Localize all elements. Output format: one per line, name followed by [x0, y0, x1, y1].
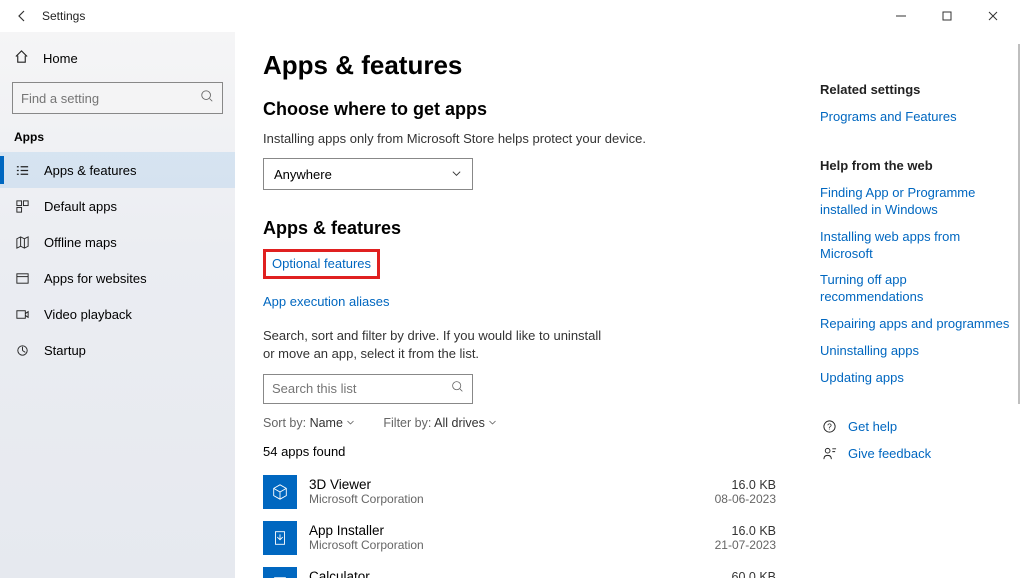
execution-aliases-link[interactable]: App execution aliases	[263, 294, 389, 309]
svg-text:?: ?	[827, 421, 832, 431]
content-area: Apps & features Choose where to get apps…	[235, 32, 814, 578]
nav-apps-websites[interactable]: Apps for websites	[0, 260, 235, 296]
nav-label: Apps for websites	[44, 271, 147, 286]
close-button[interactable]	[970, 0, 1016, 32]
app-icon	[263, 567, 297, 578]
app-name: 3D Viewer	[309, 477, 703, 492]
home-label: Home	[43, 51, 78, 66]
app-size: 16.0 KB	[715, 478, 776, 492]
nav-default-apps[interactable]: Default apps	[0, 188, 235, 224]
home-icon	[14, 49, 29, 67]
app-size: 16.0 KB	[715, 524, 776, 538]
nav-group-label: Apps	[0, 126, 235, 152]
sort-label: Sort by:	[263, 416, 306, 430]
maximize-button[interactable]	[924, 0, 970, 32]
related-settings-title: Related settings	[820, 82, 1012, 97]
right-pane: Related settings Programs and Features H…	[814, 32, 1024, 578]
app-item[interactable]: App Installer Microsoft Corporation 16.0…	[263, 515, 786, 561]
websites-icon	[14, 271, 30, 286]
help-link[interactable]: Finding App or Programme installed in Wi…	[820, 185, 1012, 219]
list-icon	[14, 163, 30, 178]
app-publisher: Microsoft Corporation	[309, 538, 703, 552]
app-list: 3D Viewer Microsoft Corporation 16.0 KB …	[263, 469, 786, 578]
optional-features-highlight: Optional features	[263, 249, 380, 279]
app-name: App Installer	[309, 523, 703, 538]
help-link[interactable]: Repairing apps and programmes	[820, 316, 1012, 333]
chevron-down-icon	[346, 416, 355, 430]
defaults-icon	[14, 199, 30, 214]
choose-desc: Installing apps only from Microsoft Stor…	[263, 130, 786, 148]
nav-label: Startup	[44, 343, 86, 358]
sort-value: Name	[310, 416, 343, 430]
list-desc: Search, sort and filter by drive. If you…	[263, 327, 603, 363]
chevron-down-icon	[451, 167, 462, 182]
app-date: 21-07-2023	[715, 538, 776, 552]
help-link[interactable]: Installing web apps from Microsoft	[820, 229, 1012, 263]
app-name: Calculator	[309, 569, 703, 578]
give-feedback-link[interactable]: Give feedback	[820, 446, 1012, 461]
app-item[interactable]: Calculator Microsoft Corporation 60.0 KB…	[263, 561, 786, 578]
help-icon: ?	[820, 419, 838, 434]
search-icon	[200, 89, 214, 108]
app-icon	[263, 475, 297, 509]
app-item[interactable]: 3D Viewer Microsoft Corporation 16.0 KB …	[263, 469, 786, 515]
home-nav[interactable]: Home	[0, 40, 235, 76]
app-size: 60.0 KB	[715, 570, 776, 578]
window-title: Settings	[42, 9, 85, 23]
nav-label: Apps & features	[44, 163, 137, 178]
get-help-link[interactable]: ? Get help	[820, 419, 1012, 434]
nav-video-playback[interactable]: Video playback	[0, 296, 235, 332]
nav-label: Default apps	[44, 199, 117, 214]
filter-label: Filter by:	[383, 416, 431, 430]
app-list-search-input[interactable]	[272, 381, 451, 396]
help-link[interactable]: Updating apps	[820, 370, 1012, 387]
app-date: 08-06-2023	[715, 492, 776, 506]
help-title: Help from the web	[820, 158, 1012, 173]
app-icon	[263, 521, 297, 555]
app-count: 54 apps found	[263, 444, 786, 459]
sidebar: Home Apps Apps & features Default apps O…	[0, 32, 235, 578]
video-icon	[14, 307, 30, 322]
nav-apps-features[interactable]: Apps & features	[0, 152, 235, 188]
select-value: Anywhere	[274, 167, 332, 182]
back-button[interactable]	[8, 9, 36, 23]
nav-label: Offline maps	[44, 235, 117, 250]
startup-icon	[14, 343, 30, 358]
settings-search-input[interactable]	[21, 91, 200, 106]
feedback-icon	[820, 446, 838, 461]
page-heading: Apps & features	[263, 50, 786, 81]
search-icon	[451, 380, 464, 398]
settings-search[interactable]	[12, 82, 223, 114]
nav-label: Video playback	[44, 307, 132, 322]
scrollbar[interactable]	[1018, 44, 1020, 404]
map-icon	[14, 235, 30, 250]
help-link[interactable]: Turning off app recommendations	[820, 272, 1012, 306]
minimize-button[interactable]	[878, 0, 924, 32]
chevron-down-icon	[488, 416, 497, 430]
choose-heading: Choose where to get apps	[263, 99, 786, 120]
programs-features-link[interactable]: Programs and Features	[820, 109, 1012, 126]
feedback-label: Give feedback	[848, 446, 931, 461]
app-list-search[interactable]	[263, 374, 473, 404]
nav-offline-maps[interactable]: Offline maps	[0, 224, 235, 260]
sort-by-dropdown[interactable]: Sort by: Name	[263, 416, 355, 430]
filter-value: All drives	[434, 416, 485, 430]
help-link[interactable]: Uninstalling apps	[820, 343, 1012, 360]
nav-startup[interactable]: Startup	[0, 332, 235, 368]
app-source-select[interactable]: Anywhere	[263, 158, 473, 190]
get-help-label: Get help	[848, 419, 897, 434]
optional-features-link[interactable]: Optional features	[272, 256, 371, 271]
title-bar: Settings	[0, 0, 1024, 32]
app-publisher: Microsoft Corporation	[309, 492, 703, 506]
apps-section-heading: Apps & features	[263, 218, 786, 239]
filter-by-dropdown[interactable]: Filter by: All drives	[383, 416, 497, 430]
